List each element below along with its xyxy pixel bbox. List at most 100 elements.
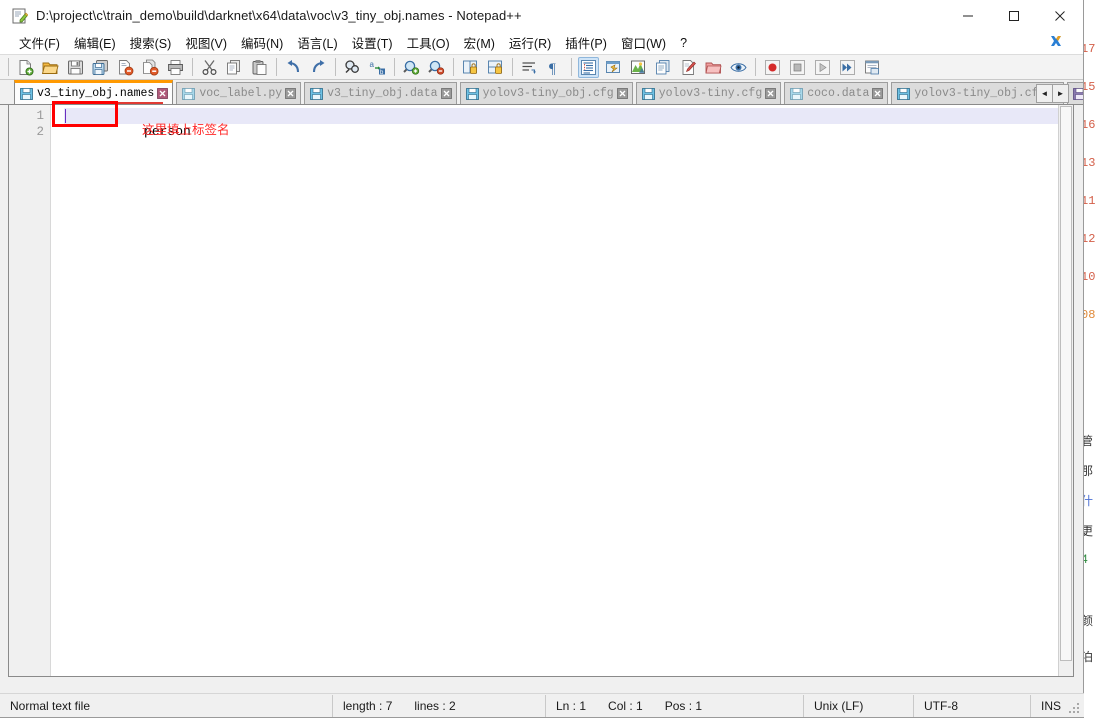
minimize-icon[interactable] xyxy=(945,0,991,31)
scrollbar-thumb[interactable] xyxy=(1060,106,1072,661)
editor-vertical-scrollbar[interactable] xyxy=(1058,105,1073,676)
word-wrap-icon[interactable] xyxy=(519,57,540,78)
menu-encoding[interactable]: 编码(N) xyxy=(234,31,290,54)
close-icon[interactable] xyxy=(1037,0,1083,31)
menu-run[interactable]: 运行(R) xyxy=(502,31,558,54)
run-multiple-times-icon[interactable] xyxy=(837,57,858,78)
save-indicator-icon xyxy=(641,87,655,100)
menu-language[interactable]: 语言(L) xyxy=(290,31,344,54)
cut-icon[interactable] xyxy=(199,57,220,78)
menu-edit[interactable]: 编辑(E) xyxy=(67,31,123,54)
tab-coco-data[interactable]: coco.data xyxy=(784,82,889,104)
document-list-icon[interactable] xyxy=(653,57,674,78)
toolbar-separator xyxy=(276,58,277,76)
tab-label: coco.data xyxy=(807,86,870,100)
menu-help[interactable]: ? xyxy=(673,34,694,52)
open-file-icon[interactable] xyxy=(40,57,61,78)
sync-horizontal-scroll-icon[interactable] xyxy=(485,57,506,78)
save-all-icon[interactable] xyxy=(90,57,111,78)
menu-file[interactable]: 文件(F) xyxy=(12,31,67,54)
user-defined-dialog-icon[interactable] xyxy=(603,57,624,78)
save-indicator-icon xyxy=(1073,87,1083,100)
menu-settings[interactable]: 设置(T) xyxy=(345,31,400,54)
code-text-area[interactable]: person xyxy=(64,105,1058,676)
close-all-files-icon[interactable] xyxy=(140,57,161,78)
close-file-icon[interactable] xyxy=(115,57,136,78)
function-list-icon[interactable] xyxy=(678,57,699,78)
document-tab-bar: v3_tiny_obj.names voc_label.py v3_tiny_o… xyxy=(0,80,1083,105)
tab-close-icon[interactable] xyxy=(157,88,169,99)
stop-recording-icon[interactable] xyxy=(787,57,808,78)
tab-scroll-right-icon[interactable]: ► xyxy=(1052,83,1069,103)
toolbar-separator xyxy=(335,58,336,76)
window-controls xyxy=(945,0,1083,31)
zoom-in-icon[interactable] xyxy=(401,57,422,78)
new-file-icon[interactable] xyxy=(15,57,36,78)
toolbar-separator xyxy=(512,58,513,76)
playback-icon[interactable] xyxy=(812,57,833,78)
save-indicator-icon xyxy=(310,87,324,100)
save-indicator-icon xyxy=(20,87,33,100)
indent-guideline-icon[interactable] xyxy=(578,56,599,78)
save-icon[interactable] xyxy=(65,57,86,78)
tab-label: yolov3-tiny_obj.cfg xyxy=(914,86,1046,100)
tab-close-icon[interactable] xyxy=(872,88,884,99)
tab-close-icon[interactable] xyxy=(440,88,452,99)
tab-label: voc_label.py xyxy=(199,86,283,100)
editor-area[interactable]: 1 2 person xyxy=(8,105,1074,677)
tab-voc-label-py[interactable]: voc_label.py xyxy=(176,82,302,104)
paste-icon[interactable] xyxy=(249,57,270,78)
monitoring-icon[interactable] xyxy=(728,57,749,78)
title-bar[interactable]: D:\project\c\train_demo\build\darknet\x6… xyxy=(0,0,1083,32)
tab-close-icon[interactable] xyxy=(765,88,777,99)
menu-tools[interactable]: 工具(O) xyxy=(400,31,457,54)
status-encoding: UTF-8 xyxy=(914,694,1031,717)
tab-v3-tiny-obj-data[interactable]: v3_tiny_obj.data xyxy=(304,82,457,104)
menu-plugins[interactable]: 插件(P) xyxy=(558,31,614,54)
tab-label: v3_tiny_obj.names xyxy=(37,86,155,100)
main-window: D:\project\c\train_demo\build\darknet\x6… xyxy=(0,0,1084,718)
menu-window[interactable]: 窗口(W) xyxy=(614,31,673,54)
tab-yolov3-tiny-obj-cfg-1[interactable]: yolov3-tiny_obj.cfg xyxy=(459,82,633,104)
menu-view[interactable]: 视图(V) xyxy=(178,31,234,54)
status-bar: Normal text file length : 7 lines : 2 Ln… xyxy=(0,693,1084,717)
folder-as-workspace-icon[interactable] xyxy=(703,57,724,78)
save-macro-icon[interactable] xyxy=(862,57,883,78)
print-icon[interactable] xyxy=(165,57,186,78)
status-file-type: Normal text file xyxy=(0,694,333,717)
sync-vertical-scroll-icon[interactable] xyxy=(460,57,481,78)
copy-icon[interactable] xyxy=(224,57,245,78)
start-recording-icon[interactable] xyxy=(762,57,783,78)
show-all-characters-icon[interactable]: ¶ xyxy=(544,57,565,78)
status-caret-position: Ln : 1 Col : 1 Pos : 1 xyxy=(546,694,804,717)
tab-scroll-left-icon[interactable]: ◄ xyxy=(1036,83,1053,103)
toolbar-separator xyxy=(394,58,395,76)
zoom-out-icon[interactable] xyxy=(426,57,447,78)
toolbar-separator xyxy=(755,58,756,76)
toolbar-separator xyxy=(453,58,454,76)
document-map-icon[interactable] xyxy=(628,57,649,78)
line-number: 2 xyxy=(36,125,44,139)
tab-yolov3-tiny-cfg[interactable]: yolov3-tiny.cfg xyxy=(635,82,782,104)
annotation-label: 这里填上标签名 xyxy=(142,123,230,137)
toolbar-separator xyxy=(8,58,9,76)
svg-text:a: a xyxy=(370,60,375,69)
find-icon[interactable] xyxy=(342,57,363,78)
undo-icon[interactable] xyxy=(283,57,304,78)
menu-search[interactable]: 搜索(S) xyxy=(123,31,179,54)
status-pos: Pos : 1 xyxy=(664,698,703,713)
redo-icon[interactable] xyxy=(308,57,329,78)
maximize-icon[interactable] xyxy=(991,0,1037,31)
notepadpp-application-window: 17 15 16 13 11 12 10 08 管 那 什 更 4 颜 泊 D:… xyxy=(0,0,1098,718)
tab-v3-tiny-obj-names[interactable]: v3_tiny_obj.names xyxy=(14,80,174,104)
tab-new-text-document[interactable]: 新建 文本文档.txt xyxy=(1067,82,1083,104)
close-document-icon[interactable] xyxy=(1049,34,1065,50)
replace-icon[interactable]: a b xyxy=(367,57,388,78)
fold-margin[interactable] xyxy=(51,105,64,676)
save-indicator-icon xyxy=(790,87,804,100)
tab-scroll-buttons: ◄ ► xyxy=(1036,83,1069,103)
menu-macro[interactable]: 宏(M) xyxy=(457,31,502,54)
tab-close-icon[interactable] xyxy=(616,88,628,99)
resize-grip-icon[interactable] xyxy=(1067,701,1081,715)
tab-close-icon[interactable] xyxy=(285,88,297,99)
